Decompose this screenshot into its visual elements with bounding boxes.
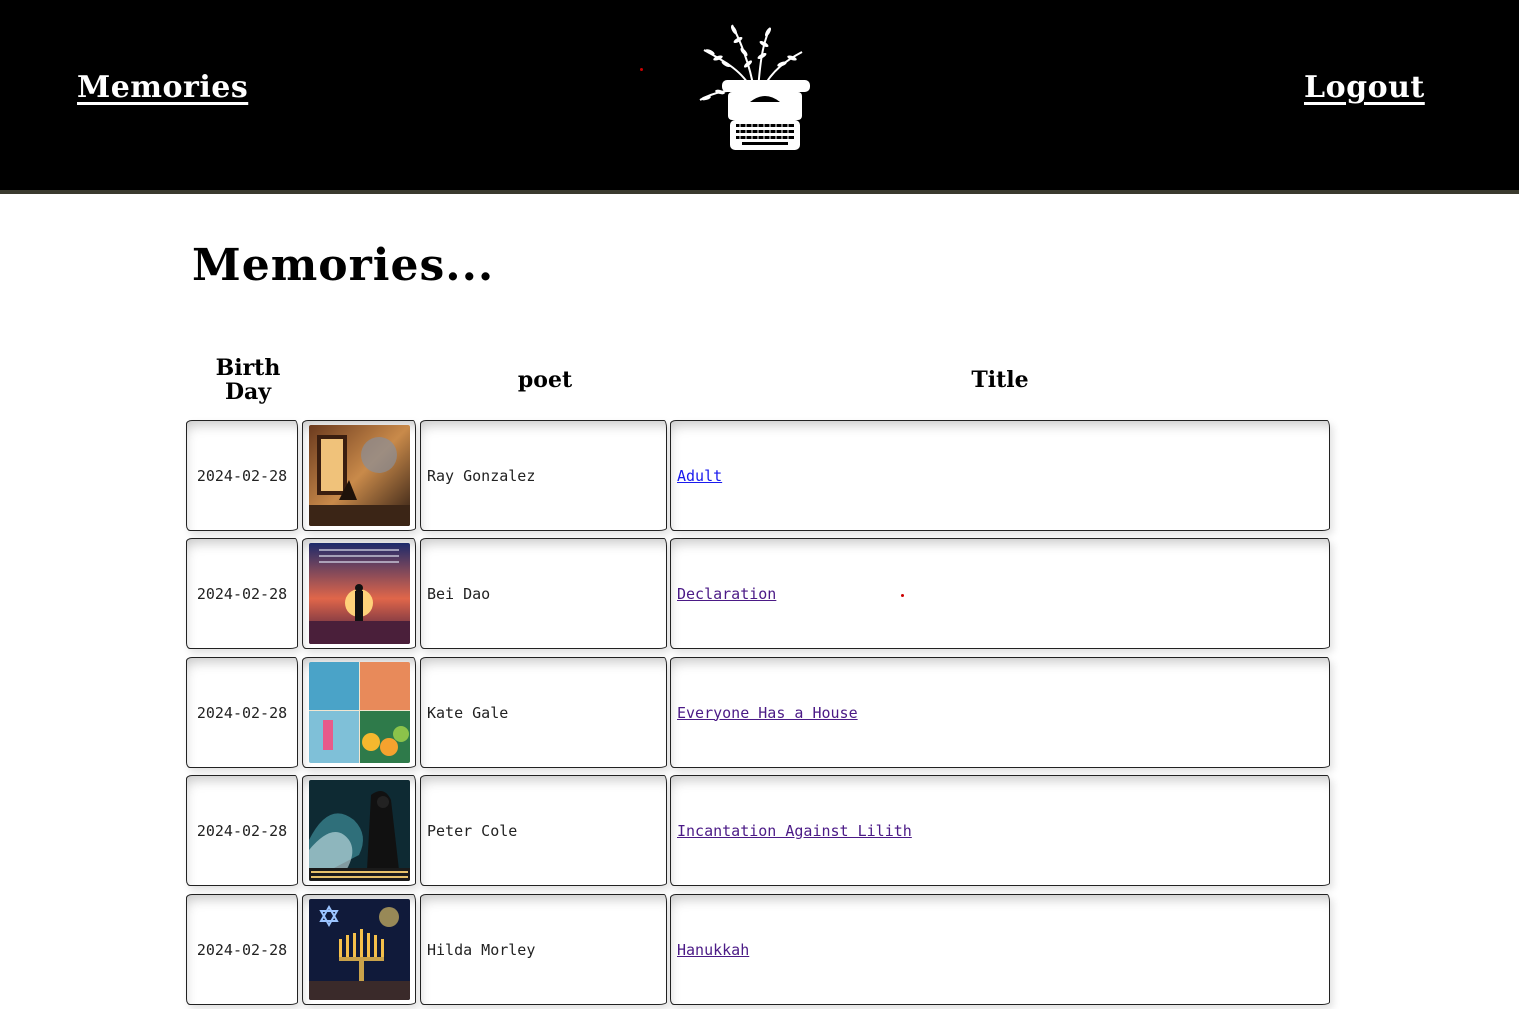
typewriter-logo-icon[interactable] (692, 20, 818, 156)
logout-link[interactable]: Logout (1304, 70, 1425, 105)
birth-day-cell: 2024-02-28 (186, 420, 298, 531)
birth-day-cell: 2024-02-28 (186, 538, 298, 649)
title-cell: Adult (670, 420, 1330, 531)
poem-thumbnail-image[interactable] (308, 780, 410, 881)
poem-thumbnail-image[interactable] (308, 899, 410, 1000)
decorative-dot (640, 68, 643, 71)
poem-thumbnail-image[interactable] (308, 543, 410, 644)
poem-thumbnail-image[interactable] (308, 662, 410, 763)
poem-thumbnail-cell (302, 775, 416, 886)
poem-title-link[interactable]: Everyone Has a House (677, 704, 858, 722)
table-row: 2024-02-28 Ray Gonzalez Adult (186, 420, 1331, 535)
poem-thumbnail-cell (302, 657, 416, 768)
poet-cell: Bei Dao (420, 538, 667, 649)
poem-title-link[interactable]: Adult (677, 467, 722, 485)
poet-cell: Peter Cole (420, 775, 667, 886)
title-cell: Hanukkah (670, 894, 1330, 1005)
poem-thumbnail-cell (302, 420, 416, 531)
poem-thumbnail-cell (302, 538, 416, 649)
table-row: 2024-02-28 Peter Cole Incantation Agains… (186, 775, 1331, 890)
column-header-birth-day[interactable]: Birth Day (198, 356, 298, 404)
page-title: Memories... (192, 240, 495, 291)
nav-memories-link[interactable]: Memories (77, 70, 248, 105)
title-cell: Everyone Has a House (670, 657, 1330, 768)
poet-cell: Hilda Morley (420, 894, 667, 1005)
poem-title-link[interactable]: Hanukkah (677, 941, 749, 959)
title-cell: Declaration (670, 538, 1330, 649)
poem-thumbnail-image[interactable] (308, 425, 410, 526)
title-cell: Incantation Against Lilith (670, 775, 1330, 886)
site-header: Memories Logout (0, 0, 1519, 194)
poet-cell: Kate Gale (420, 657, 667, 768)
table-row: 2024-02-28 Kate Gale Everyone Has a Hous… (186, 657, 1331, 772)
table-row: 2024-02-28 Hilda Morley Hanukkah (186, 894, 1331, 1009)
poem-thumbnail-cell (302, 894, 416, 1005)
poet-cell: Ray Gonzalez (420, 420, 667, 531)
table-row: 2024-02-28 Bei Dao Declaration (186, 538, 1331, 653)
poem-title-link[interactable]: Incantation Against Lilith (677, 822, 912, 840)
column-header-poet[interactable]: poet (420, 368, 670, 392)
column-header-title[interactable]: Title (670, 368, 1330, 392)
poem-title-link[interactable]: Declaration (677, 585, 776, 603)
column-header-birth-line1: Birth (215, 355, 281, 381)
birth-day-cell: 2024-02-28 (186, 657, 298, 768)
birth-day-cell: 2024-02-28 (186, 894, 298, 1005)
column-header-birth-line2: Day (224, 379, 272, 405)
decorative-dot (901, 594, 904, 597)
birth-day-cell: 2024-02-28 (186, 775, 298, 886)
